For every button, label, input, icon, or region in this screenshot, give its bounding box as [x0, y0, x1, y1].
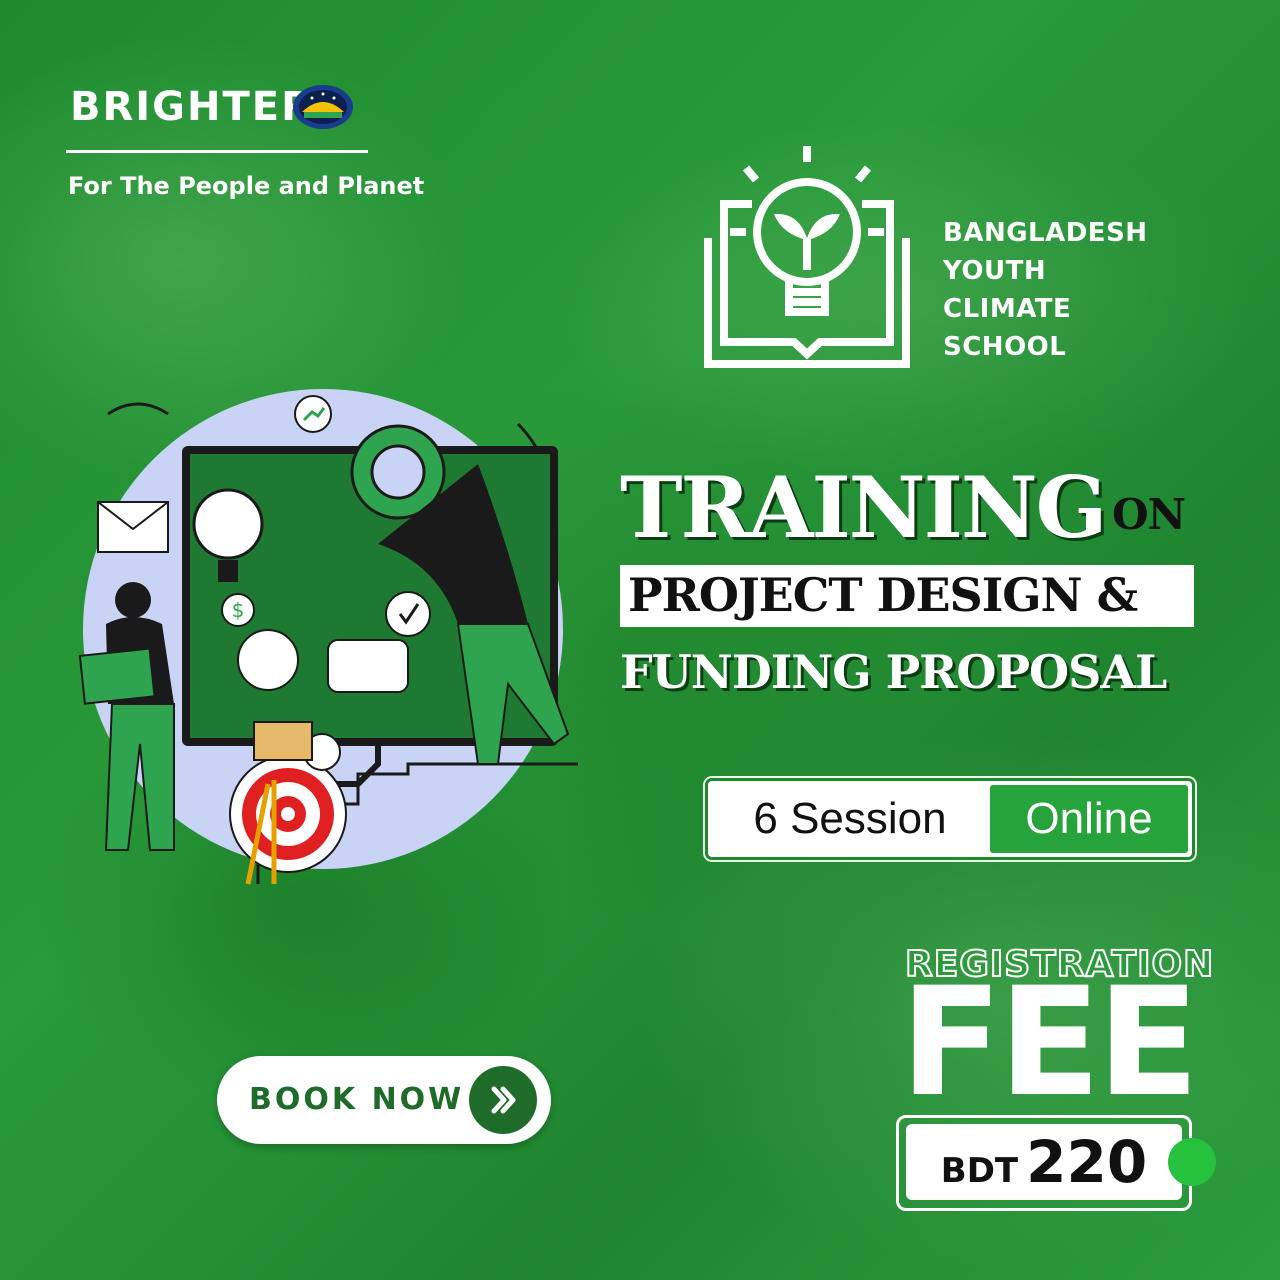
school-name-line-3: CLIMATE — [943, 294, 1072, 324]
book-now-label[interactable]: BOOK NOW — [249, 1082, 464, 1117]
project-team-illustration: $ — [78, 389, 578, 885]
headline-on: ON — [1112, 490, 1186, 539]
school-name-line-2: YOUTH — [943, 256, 1047, 286]
svg-text:$: $ — [232, 598, 245, 622]
brand-tagline: For The People and Planet — [68, 172, 425, 200]
headline-funding-proposal: FUNDING PROPOSAL — [620, 645, 1167, 699]
session-count: 6 Session — [712, 785, 988, 853]
brand-divider — [66, 150, 368, 153]
school-name-line-4: SCHOOL — [943, 332, 1067, 362]
headline-training: TRAINING — [620, 458, 1107, 557]
fee-currency: BDT — [940, 1151, 1019, 1191]
brighters-emblem-icon — [293, 85, 353, 129]
fee-dot-decoration — [1168, 1138, 1216, 1186]
headline-project-design: PROJECT DESIGN & — [628, 568, 1138, 622]
session-mode: Online — [990, 785, 1188, 853]
fee-label: FEE — [900, 956, 1199, 1130]
book-lightbulb-icon — [704, 146, 910, 368]
school-name-line-1: BANGLADESH — [943, 218, 1148, 248]
fee-amount: 220 — [1026, 1128, 1148, 1196]
double-chevron-right-icon[interactable] — [469, 1066, 537, 1134]
fee-amount-box: BDT 220 — [906, 1124, 1182, 1200]
